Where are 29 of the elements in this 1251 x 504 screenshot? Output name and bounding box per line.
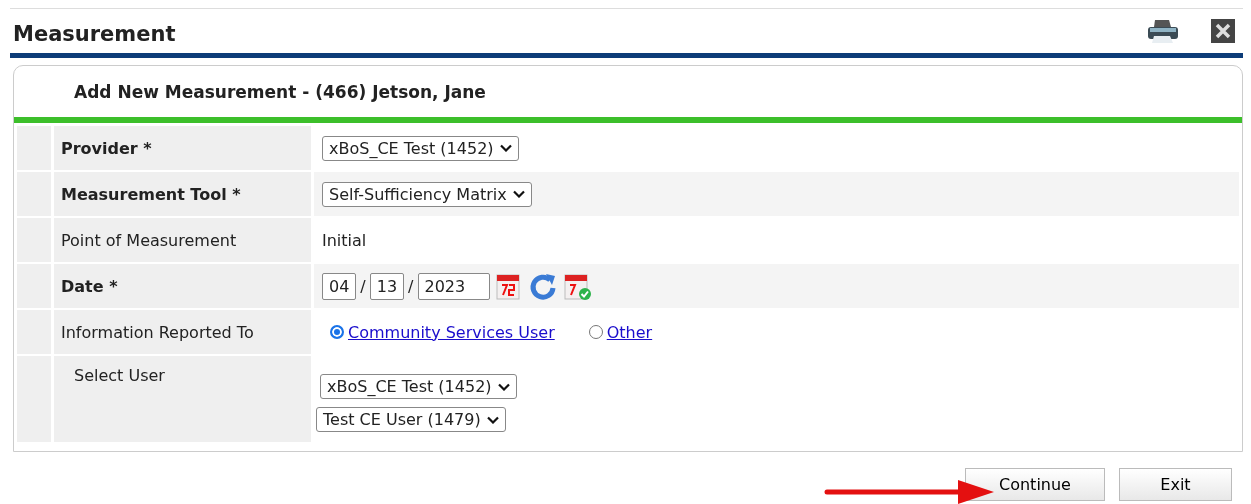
date-field[interactable]: 2023 [417, 272, 491, 300]
field-label: Information Reported To [54, 310, 311, 354]
close-icon[interactable] [1211, 19, 1235, 43]
dropdown[interactable]: Test CE User (1479) [316, 407, 506, 432]
field-label: Select User [54, 356, 311, 442]
date-separator: / [408, 276, 414, 296]
page-title: Measurement [13, 22, 177, 46]
exit-button[interactable]: Exit [1119, 468, 1232, 501]
chevron-down-icon [512, 190, 525, 198]
radio-button[interactable] [588, 325, 603, 339]
dropdown[interactable]: xBoS_CE Test (1452) [320, 374, 517, 399]
date-separator: / [360, 276, 366, 296]
date-field[interactable]: 13 [369, 272, 405, 300]
field-label: Measurement Tool * [54, 172, 311, 216]
field-value: Initial [322, 230, 367, 250]
field-label: Date * [54, 264, 311, 308]
option-link[interactable]: Community Services User [348, 322, 555, 342]
chevron-down-icon [499, 144, 512, 152]
field-label: Point of Measurement [54, 218, 311, 262]
calendar-check-icon[interactable] [562, 271, 593, 301]
radio-button[interactable] [330, 325, 344, 339]
chevron-down-icon [497, 382, 510, 391]
date-field[interactable]: 04 [322, 272, 357, 300]
field-label: Provider * [54, 126, 311, 170]
dropdown[interactable]: xBoS_CE Test (1452) [322, 135, 519, 161]
dropdown[interactable]: Self-Sufficiency Matrix [322, 181, 532, 207]
continue-button[interactable]: Continue [965, 468, 1105, 501]
option-link[interactable]: Other [606, 322, 653, 342]
chevron-down-icon [486, 415, 499, 424]
